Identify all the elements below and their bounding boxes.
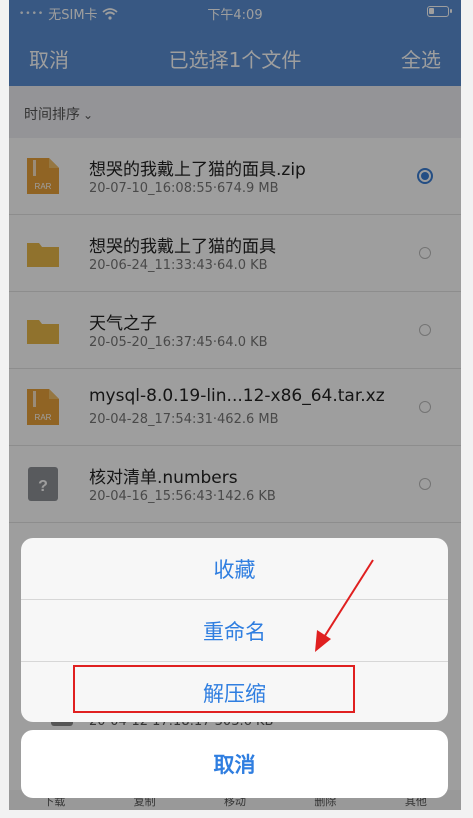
annotation-arrow-icon bbox=[315, 559, 374, 652]
app-frame: •••• 无SIM卡 下午4:09 取消 已选择1个文件 全选 时间排序 ⌄ R… bbox=[9, 0, 461, 810]
